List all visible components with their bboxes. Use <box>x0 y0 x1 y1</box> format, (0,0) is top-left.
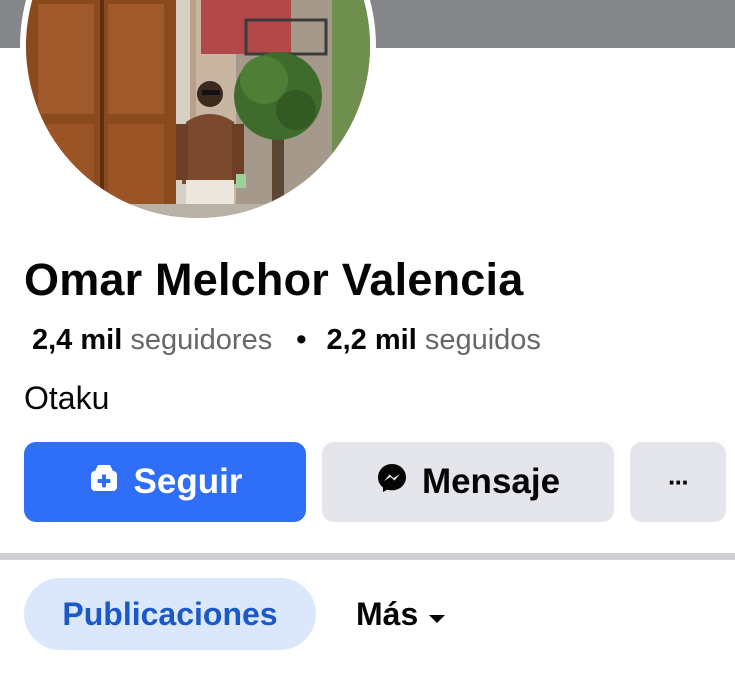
followers-count[interactable]: 2,4 mil <box>32 324 122 356</box>
avatar[interactable] <box>26 0 370 218</box>
tab-more[interactable]: Más <box>356 578 446 650</box>
section-divider <box>0 553 735 560</box>
tab-more-label: Más <box>356 595 419 632</box>
profile-name: Omar Melchor Valencia <box>24 254 524 305</box>
more-options-button[interactable]: ··· <box>630 442 726 522</box>
profile-bio: Otaku <box>24 380 110 416</box>
avatar-photo <box>26 0 370 218</box>
profile-stats: 2,4 mil seguidores • 2,2 mil seguidos <box>32 324 541 357</box>
tab-posts-label: Publicaciones <box>62 595 278 632</box>
message-label: Mensaje <box>421 462 561 501</box>
add-friend-icon <box>88 462 120 503</box>
ellipsis-icon: ··· <box>668 466 690 497</box>
follow-label: Seguir <box>133 462 243 501</box>
messenger-icon <box>376 462 408 503</box>
separator-dot: • <box>296 324 307 356</box>
tab-posts[interactable]: Publicaciones <box>24 578 316 650</box>
followers-label[interactable]: seguidores <box>130 324 272 356</box>
following-count[interactable]: 2,2 mil <box>327 324 417 356</box>
following-label[interactable]: seguidos <box>425 324 541 356</box>
caret-down-icon <box>428 596 446 633</box>
follow-button[interactable]: Seguir <box>24 442 306 522</box>
message-button[interactable]: Mensaje <box>322 442 614 522</box>
